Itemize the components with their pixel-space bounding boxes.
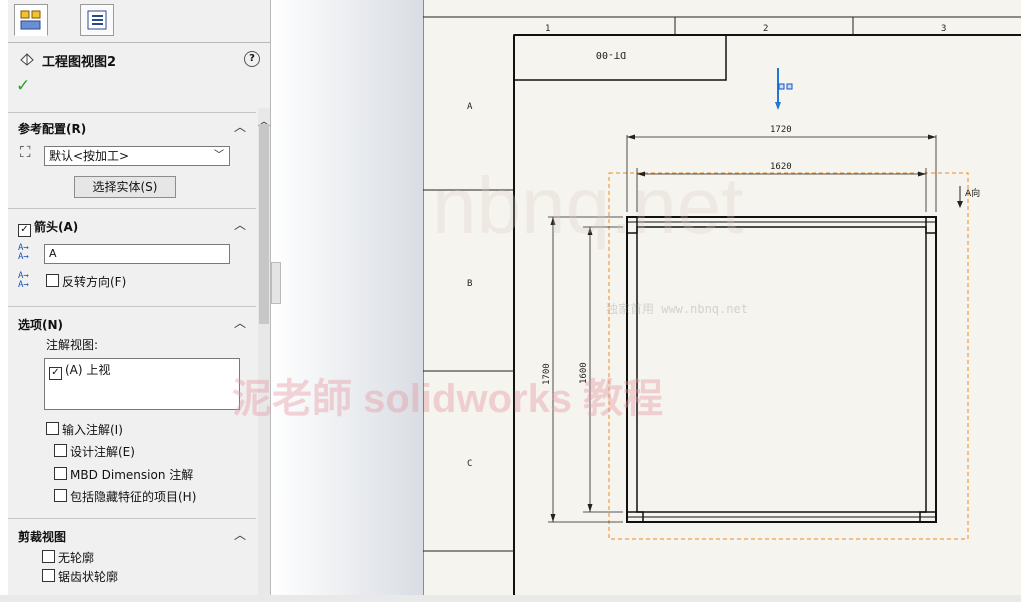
reverse-direction-option[interactable]: 反转方向(F) — [46, 273, 126, 290]
no-outline-label: 无轮廓 — [58, 551, 95, 565]
view-direction-label: A向 — [965, 187, 980, 199]
config-icon: ⛶ — [20, 143, 31, 161]
dimension-text: 1720 — [770, 125, 792, 135]
drawing-canvas: 1 2 3 A B C DT-00 1720 1620 1700 1600 A向 — [423, 0, 1021, 595]
zone-col-label: 3 — [941, 24, 946, 34]
arrow-header[interactable]: ✓ 箭头(A) — [18, 218, 78, 237]
config-select-value: 默认<按加工> — [49, 149, 130, 163]
help-icon[interactable]: ? — [244, 51, 260, 67]
import-annotation-checkbox[interactable] — [46, 422, 59, 435]
dimension-inner-width[interactable]: 1620 — [636, 162, 927, 212]
import-annotation-label: 输入注解(I) — [62, 423, 123, 437]
ok-icon[interactable]: ✓ — [16, 76, 30, 96]
no-outline-checkbox[interactable] — [42, 550, 55, 563]
collapse-chevron-icon[interactable]: ︿ — [234, 314, 246, 331]
view-boundary[interactable] — [608, 172, 969, 540]
hidden-items-option[interactable]: 包括隐藏特征的项目(H) — [54, 488, 196, 505]
select-bodies-button[interactable]: 选择实体(S) — [74, 176, 176, 198]
jagged-outline-option[interactable]: 锯齿状轮廓 — [42, 568, 118, 585]
config-select[interactable]: 默认<按加工> ﹀ — [44, 146, 230, 166]
solidworks-window: 工程图视图2 ? ✓ 参考配置(R) ︿ ⛶ 默认<按加工> ﹀ 选择实体(S)… — [0, 0, 1021, 602]
mbd-annotation-label: MBD Dimension 注解 — [70, 468, 194, 482]
panel-title-text: 工程图视图2 — [42, 54, 117, 70]
design-annotation-option[interactable]: 设计注解(E) — [54, 443, 135, 460]
ref-config-header[interactable]: 参考配置(R) — [18, 120, 86, 137]
drawing-view-icon — [18, 50, 36, 70]
annotation-view-list[interactable]: ✓ (A) 上视 — [44, 358, 240, 410]
arrow-label-input[interactable]: A — [44, 244, 230, 264]
dimension-text: 1600 — [579, 362, 589, 384]
jagged-outline-checkbox[interactable] — [42, 569, 55, 582]
zone-row-label: C — [467, 459, 472, 469]
annotation-view-label: 注解视图: — [46, 338, 99, 352]
arrow-header-text: 箭头(A) — [34, 220, 79, 234]
property-tab-icon[interactable] — [14, 4, 48, 36]
hidden-items-label: 包括隐藏特征的项目(H) — [70, 490, 197, 504]
divider — [8, 518, 256, 519]
zone-row-label: B — [467, 279, 472, 289]
design-annotation-checkbox[interactable] — [54, 444, 67, 457]
config-tab-icon[interactable] — [80, 4, 114, 36]
crop-view-header[interactable]: 剪裁视图 — [18, 528, 66, 545]
design-annotation-label: 设计注解(E) — [70, 445, 135, 459]
view-direction-arrow[interactable]: A向 — [957, 186, 980, 208]
panel-title: 工程图视图2 — [18, 50, 116, 70]
scrollbar-thumb[interactable] — [259, 124, 269, 324]
mbd-annotation-checkbox[interactable] — [54, 467, 67, 480]
doc-code-text: DT-00 — [596, 49, 626, 60]
reverse-direction-checkbox[interactable] — [46, 274, 59, 287]
arrow-drag-handle-icon[interactable] — [775, 68, 793, 110]
graphics-background — [271, 0, 423, 595]
reverse-direction-label: 反转方向(F) — [62, 275, 127, 289]
collapse-chevron-icon[interactable]: ︿ — [234, 118, 246, 135]
drawing-sheet[interactable]: 1 2 3 A B C DT-00 1720 1620 1700 1600 A向 — [423, 0, 1021, 595]
annotation-item-checkbox[interactable]: ✓ — [49, 367, 62, 380]
zone-row-label: A — [467, 102, 473, 112]
import-annotation-option[interactable]: 输入注解(I) — [46, 421, 123, 438]
reverse-direction-icon: A→ A→ — [18, 271, 29, 290]
options-header[interactable]: 选项(N) — [18, 316, 63, 333]
annotation-item-label: (A) 上视 — [65, 363, 111, 377]
dimension-text: 1700 — [542, 363, 552, 385]
property-manager: 工程图视图2 ? ✓ 参考配置(R) ︿ ⛶ 默认<按加工> ﹀ 选择实体(S)… — [8, 0, 271, 595]
arrow-label-icon: A→ A→ — [18, 243, 29, 262]
collapse-chevron-icon[interactable]: ︿ — [234, 526, 246, 543]
window-bottom-edge — [0, 595, 1021, 602]
no-outline-option[interactable]: 无轮廓 — [42, 549, 94, 566]
frame-view[interactable] — [626, 216, 937, 523]
hidden-items-checkbox[interactable] — [54, 489, 67, 502]
dimension-text: 1620 — [770, 162, 792, 172]
divider — [8, 208, 256, 209]
collapse-chevron-icon[interactable]: ︿ — [234, 216, 246, 233]
mbd-annotation-option[interactable]: MBD Dimension 注解 — [54, 466, 193, 483]
arrow-checkbox[interactable]: ✓ — [18, 224, 31, 237]
dimension-inner-height[interactable]: 1600 — [579, 226, 623, 513]
panel-splitter-handle[interactable] — [271, 262, 281, 304]
divider — [8, 306, 256, 307]
zone-col-label: 1 — [545, 24, 550, 34]
jagged-outline-label: 锯齿状轮廓 — [58, 570, 119, 584]
divider — [8, 112, 256, 113]
dropdown-arrow-icon[interactable]: ﹀ — [214, 147, 224, 165]
panel-tabs — [8, 0, 270, 43]
zone-col-label: 2 — [763, 24, 768, 34]
